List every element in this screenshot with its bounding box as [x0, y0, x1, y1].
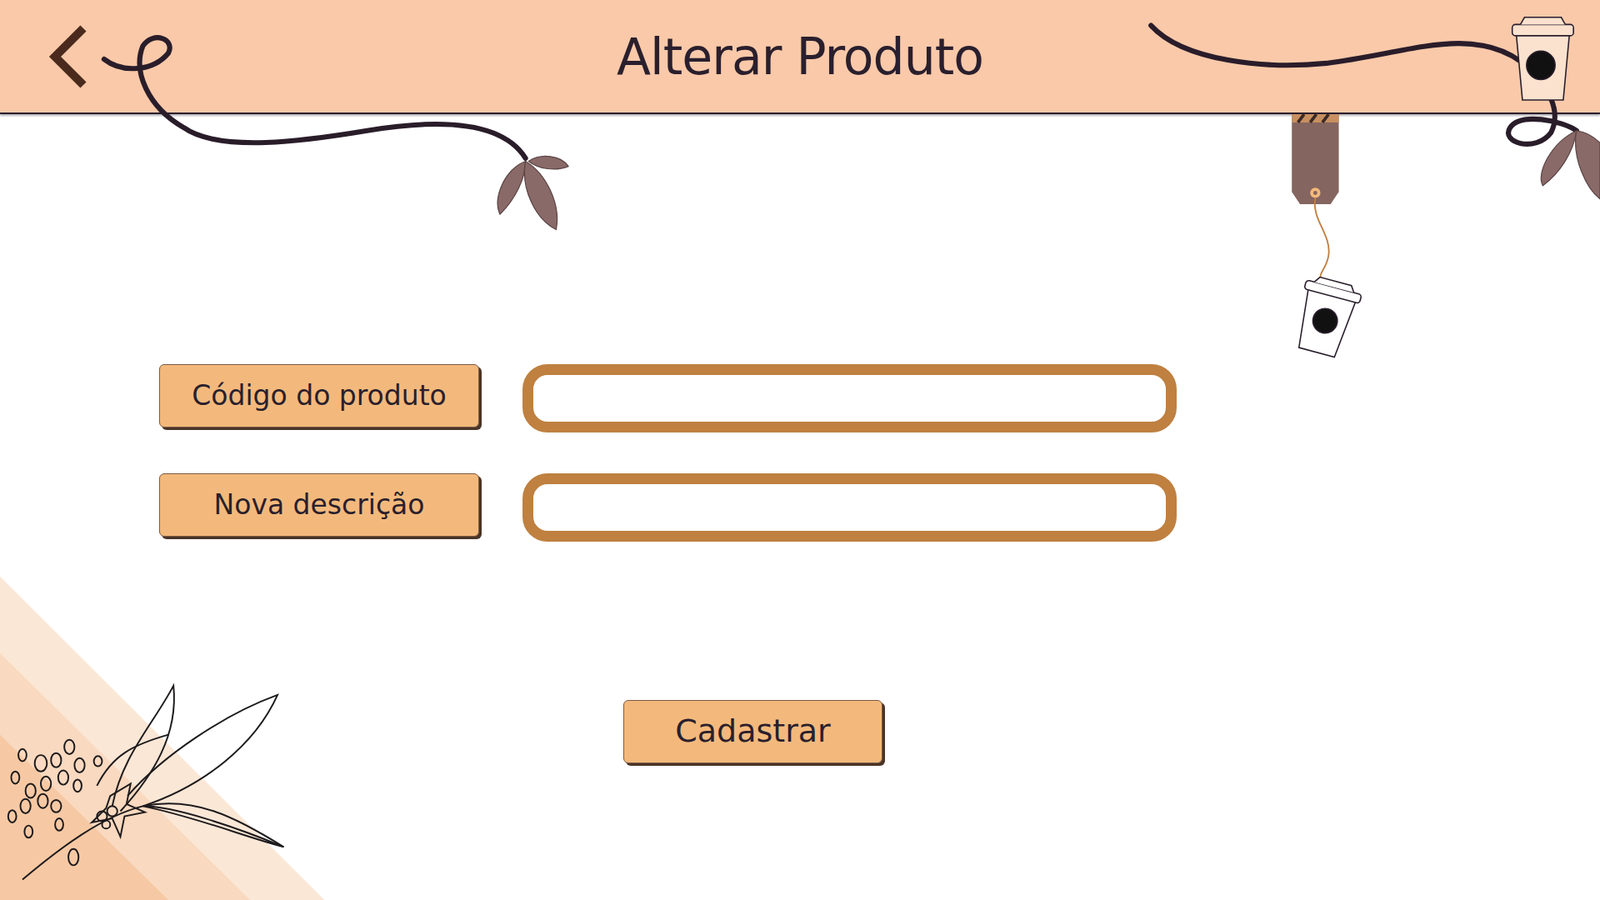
form-row: Nova descrição [159, 473, 1600, 542]
chevron-left-icon [46, 23, 90, 90]
field-label: Código do produto [159, 364, 480, 428]
coffee-cup-icon [1289, 274, 1364, 360]
product-form: Código do produto Nova descrição Cadastrar [0, 114, 1600, 764]
coffee-cup-icon [1512, 17, 1574, 100]
hanging-tag-decoration [1291, 114, 1339, 281]
header-bar: Alterar Produto [0, 0, 1600, 115]
page-title: Alterar Produto [616, 26, 984, 87]
text-field[interactable] [522, 364, 1177, 433]
header-decoration [0, 0, 1600, 900]
text-field[interactable] [522, 473, 1177, 542]
submit-button[interactable]: Cadastrar [623, 700, 883, 764]
corner-plant-decoration [0, 0, 1600, 900]
form-row: Código do produto [159, 364, 1600, 433]
back-button[interactable] [46, 23, 90, 90]
form-fields: Código do produto Nova descrição [159, 364, 1600, 542]
field-label: Nova descrição [159, 473, 480, 537]
